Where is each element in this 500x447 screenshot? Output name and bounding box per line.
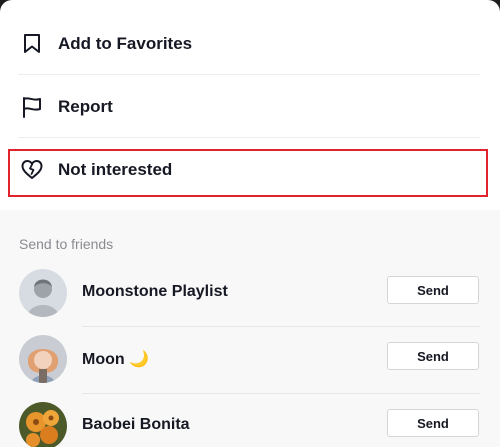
report-label: Report — [58, 96, 113, 116]
bookmark-icon — [21, 33, 43, 55]
not-interested-item[interactable]: Not interested — [8, 138, 492, 201]
broken-heart-icon — [21, 159, 43, 181]
avatar — [19, 335, 67, 383]
report-item[interactable]: Report — [8, 75, 492, 138]
send-button[interactable]: Send — [387, 342, 479, 370]
friend-name: Moon 🌙 — [82, 351, 150, 368]
add-to-favorites-item[interactable]: Add to Favorites — [8, 12, 492, 75]
friend-row[interactable]: Baobei Bonita Send — [0, 394, 500, 447]
send-button[interactable]: Send — [387, 276, 479, 304]
avatar — [19, 402, 67, 447]
flag-icon — [21, 96, 43, 118]
friend-row[interactable]: Moon 🌙 Send — [0, 327, 500, 394]
send-to-friends-title: Send to friends — [19, 236, 114, 252]
friend-name: Baobei Bonita — [82, 416, 190, 433]
action-sheet: Add to Favorites Report Not interested — [0, 0, 500, 210]
friend-name: Moonstone Playlist — [82, 283, 228, 300]
friend-row[interactable]: Moonstone Playlist Send — [0, 261, 500, 328]
share-panel: Add to Favorites Report Not interested S… — [0, 0, 500, 447]
send-button[interactable]: Send — [387, 409, 479, 437]
send-to-friends-section: Send to friends Moonstone Playlist Send — [0, 210, 500, 447]
not-interested-label: Not interested — [58, 159, 173, 179]
add-to-favorites-label: Add to Favorites — [58, 33, 193, 53]
avatar — [19, 269, 67, 317]
